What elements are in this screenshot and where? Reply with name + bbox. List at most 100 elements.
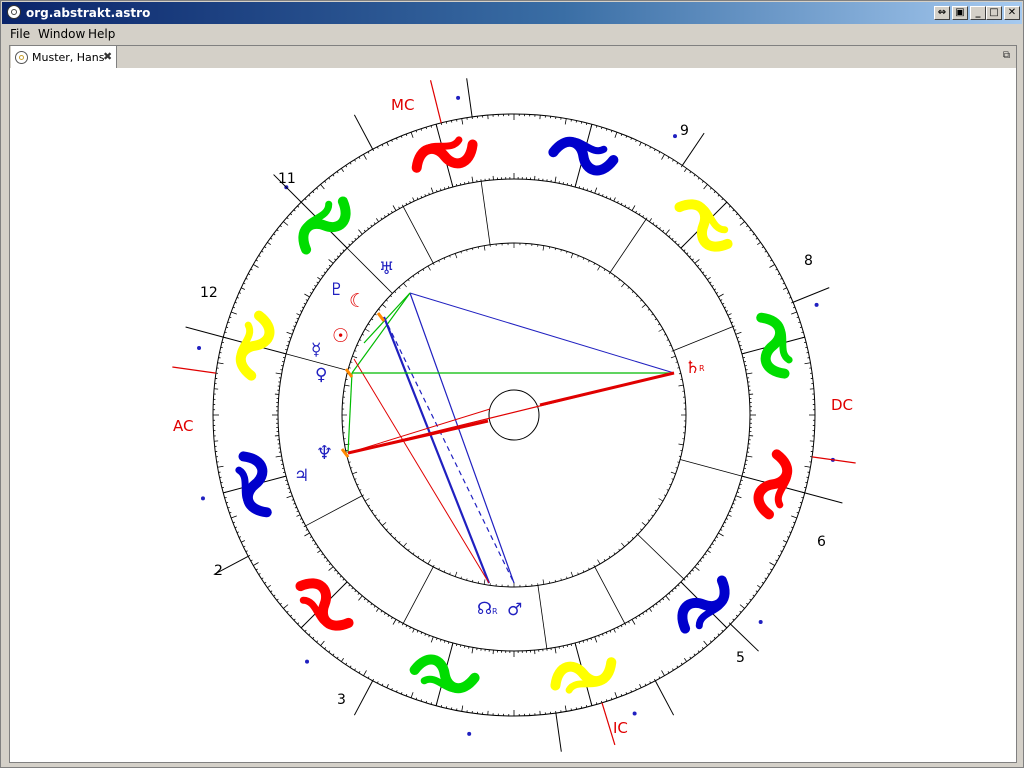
inner-degree-tick <box>314 543 317 545</box>
inner-degree-tick <box>311 539 315 542</box>
outer-degree-tick <box>283 604 289 609</box>
outer-degree-tick <box>308 633 311 636</box>
aspect-ring-tick <box>658 498 664 502</box>
aspect-ring-tick <box>678 384 684 387</box>
inner-degree-tick <box>305 529 308 531</box>
aspect-ring-tick <box>417 272 420 275</box>
angle-axis-line <box>811 456 856 464</box>
aspect-ring-tick <box>427 559 431 565</box>
house-cusp-outer <box>466 78 473 117</box>
horoscope-canvas[interactable]: MC IC AC DC 2 3 5 6 8 9 11 12 ♅ ♇ ☾ ☉ ☿ … <box>9 68 1017 763</box>
zodiac-sign-aries-icon <box>753 449 793 520</box>
inner-degree-tick <box>363 229 366 232</box>
aspect-ring-tick <box>654 509 657 512</box>
inner-degree-tick <box>722 525 725 528</box>
inner-degree-tick <box>735 331 742 335</box>
inner-degree-tick <box>471 647 474 654</box>
inner-degree-tick <box>309 292 312 294</box>
menu-file[interactable]: File <box>10 27 30 41</box>
inner-degree-tick <box>304 532 310 537</box>
pin-button[interactable]: ⇔ <box>934 6 950 20</box>
inner-degree-tick <box>720 529 723 531</box>
outer-degree-tick <box>661 154 665 160</box>
menu-window[interactable]: Window <box>38 27 85 41</box>
inner-degree-tick <box>392 619 397 625</box>
menu-help[interactable]: Help <box>88 27 115 41</box>
minimize-button[interactable]: _ <box>970 6 986 20</box>
outer-degree-tick <box>739 217 742 220</box>
aspect-ring-tick <box>621 283 625 288</box>
inner-degree-tick <box>665 595 670 601</box>
inner-degree-tick <box>720 299 723 301</box>
outer-degree-tick <box>238 292 242 294</box>
outer-degree-tick <box>749 598 752 601</box>
outer-degree-tick <box>764 250 767 253</box>
house-cusp-outer <box>792 287 830 303</box>
tab-muster-hans[interactable]: Muster, Hans ✖ <box>11 46 117 69</box>
maximize-button[interactable]: □ <box>986 6 1002 20</box>
inner-degree-tick <box>430 636 434 643</box>
close-window-button[interactable]: ✕ <box>1004 6 1020 20</box>
inner-degree-tick <box>740 349 743 351</box>
outer-degree-tick <box>564 118 567 125</box>
outer-degree-tick <box>250 268 253 271</box>
outer-degree-tick <box>267 242 271 245</box>
outer-degree-tick <box>386 684 389 688</box>
outer-degree-tick <box>279 602 282 605</box>
astro-app-icon[interactable] <box>7 5 21 19</box>
aspect-ring-tick <box>627 541 630 544</box>
inner-degree-tick <box>709 546 712 549</box>
outer-degree-tick <box>336 171 339 174</box>
inner-degree-tick <box>554 647 557 654</box>
outer-degree-tick <box>701 180 704 183</box>
outer-degree-tick <box>332 174 335 177</box>
inner-degree-tick <box>609 197 612 200</box>
outer-degree-tick <box>297 622 300 625</box>
inner-degree-tick <box>391 210 393 213</box>
house-cusp-outer <box>654 680 675 716</box>
inner-degree-tick <box>367 227 370 230</box>
aspect-ring-tick <box>422 558 425 562</box>
inner-degree-tick <box>336 572 339 575</box>
outer-degree-tick <box>324 180 327 183</box>
title-bar[interactable]: org.abstrakt.astro ⇔ ▣ _ □ ✕ <box>2 2 1022 24</box>
inner-degree-tick <box>740 479 743 481</box>
house-cusp-inner <box>402 206 434 264</box>
close-icon[interactable]: ✖ <box>103 50 112 63</box>
inner-degree-tick <box>686 252 689 255</box>
outer-degree-tick <box>273 594 276 597</box>
house-8-label: 8 <box>804 253 813 269</box>
inner-degree-tick <box>401 623 404 626</box>
outer-degree-tick <box>286 217 289 220</box>
aspect-ring-tick <box>378 308 381 311</box>
outer-degree-tick <box>381 144 384 147</box>
outer-degree-tick <box>430 125 432 128</box>
inner-degree-tick <box>716 292 719 294</box>
outer-degree-tick <box>410 132 414 138</box>
moon-glyph: ☾ <box>349 290 366 312</box>
outer-degree-tick <box>757 242 761 245</box>
inner-degree-tick <box>649 608 652 612</box>
aspect-ring-tick <box>663 333 667 336</box>
inner-degree-tick <box>677 584 680 587</box>
inner-degree-tick <box>334 258 337 261</box>
house-cusp-inner <box>305 495 363 527</box>
aspect-ring-tick <box>352 471 358 475</box>
outer-degree-tick <box>261 250 264 253</box>
angle-axis-line <box>172 366 217 374</box>
inner-degree-tick <box>420 195 423 198</box>
inner-degree-tick <box>645 610 648 613</box>
outer-degree-tick <box>757 585 761 588</box>
restore-icon[interactable]: ⧉ <box>1003 50 1010 61</box>
aspect-ring-tick <box>582 257 585 260</box>
inner-degree-tick <box>286 345 289 347</box>
restore-icon-button[interactable]: ▣ <box>952 6 968 20</box>
outer-degree-tick <box>601 700 603 703</box>
outer-degree-tick <box>770 259 773 262</box>
inner-degree-tick <box>354 590 357 593</box>
outer-degree-tick <box>410 692 414 698</box>
house-cusp-outer <box>804 492 843 504</box>
outer-degree-tick <box>614 692 618 698</box>
jupiter-glyph: ♃ <box>294 466 309 486</box>
inner-degree-tick <box>652 605 655 608</box>
